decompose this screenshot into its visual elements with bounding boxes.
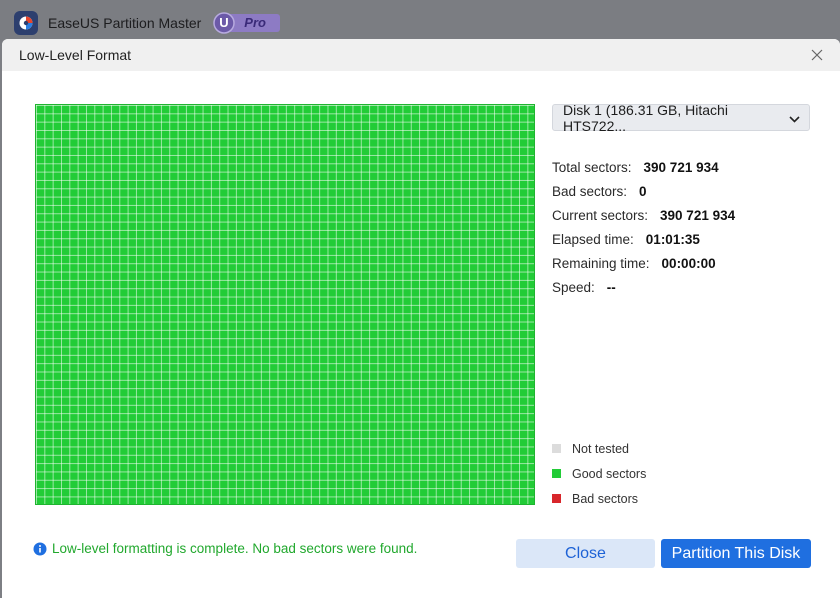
status-text: Low-level formatting is complete. No bad…: [52, 541, 418, 556]
stat-label: Elapsed time:: [552, 231, 634, 247]
disk-select-dropdown[interactable]: Disk 1 (186.31 GB, Hitachi HTS722...: [552, 101, 810, 134]
sector-legend: Not tested Good sectors Bad sectors: [552, 436, 646, 511]
stat-label: Remaining time:: [552, 255, 650, 271]
legend-swatch-not-tested: [552, 444, 561, 453]
sector-map-grid: [35, 104, 535, 505]
pro-badge: U Pro: [213, 12, 281, 34]
legend-label: Not tested: [572, 441, 629, 456]
stat-value: 390 721 934: [643, 159, 719, 175]
stat-label: Bad sectors:: [552, 183, 628, 199]
legend-item-not-tested: Not tested: [552, 436, 646, 461]
info-icon: [33, 542, 47, 555]
stat-label: Speed:: [552, 279, 595, 295]
stat-label: Current sectors:: [552, 207, 649, 223]
legend-label: Good sectors: [572, 466, 647, 481]
stat-speed: Speed: --: [552, 275, 822, 299]
dialog-title: Low-Level Format: [19, 47, 132, 63]
stat-current-sectors: Current sectors: 390 721 934: [552, 203, 822, 227]
stat-value: --: [606, 279, 616, 295]
stat-label: Total sectors:: [552, 159, 632, 175]
stat-value: 01:01:35: [645, 231, 700, 247]
stat-remaining-time: Remaining time: 00:00:00: [552, 251, 822, 275]
close-button[interactable]: Close: [516, 539, 655, 568]
pro-badge-text: Pro: [244, 15, 266, 30]
stat-value: 390 721 934: [660, 207, 736, 223]
low-level-format-dialog: Low-Level Format Disk 1 (186.31 GB, Hita…: [2, 39, 840, 598]
stat-value: 00:00:00: [661, 255, 716, 271]
legend-swatch-bad: [552, 494, 561, 503]
app-title: EaseUS Partition Master: [48, 15, 202, 31]
app-logo-icon: [14, 11, 38, 35]
status-message: Low-level formatting is complete. No bad…: [33, 541, 417, 556]
stat-total-sectors: Total sectors: 390 721 934: [552, 155, 822, 179]
partition-this-disk-button[interactable]: Partition This Disk: [661, 539, 811, 568]
stat-value: 0: [639, 183, 647, 199]
pro-badge-letter: U: [219, 15, 229, 30]
legend-swatch-good: [552, 469, 561, 478]
dialog-header: Low-Level Format: [2, 39, 840, 71]
chevron-down-icon: [789, 110, 800, 126]
legend-item-bad: Bad sectors: [552, 486, 646, 511]
legend-item-good: Good sectors: [552, 461, 646, 486]
disk-stats: Total sectors: 390 721 934 Bad sectors: …: [552, 155, 822, 299]
disk-select-value: Disk 1 (186.31 GB, Hitachi HTS722...: [563, 101, 728, 134]
stat-bad-sectors: Bad sectors: 0: [552, 179, 822, 203]
legend-label: Bad sectors: [572, 491, 639, 506]
close-icon[interactable]: [808, 46, 826, 64]
stat-elapsed-time: Elapsed time: 01:01:35: [552, 227, 822, 251]
